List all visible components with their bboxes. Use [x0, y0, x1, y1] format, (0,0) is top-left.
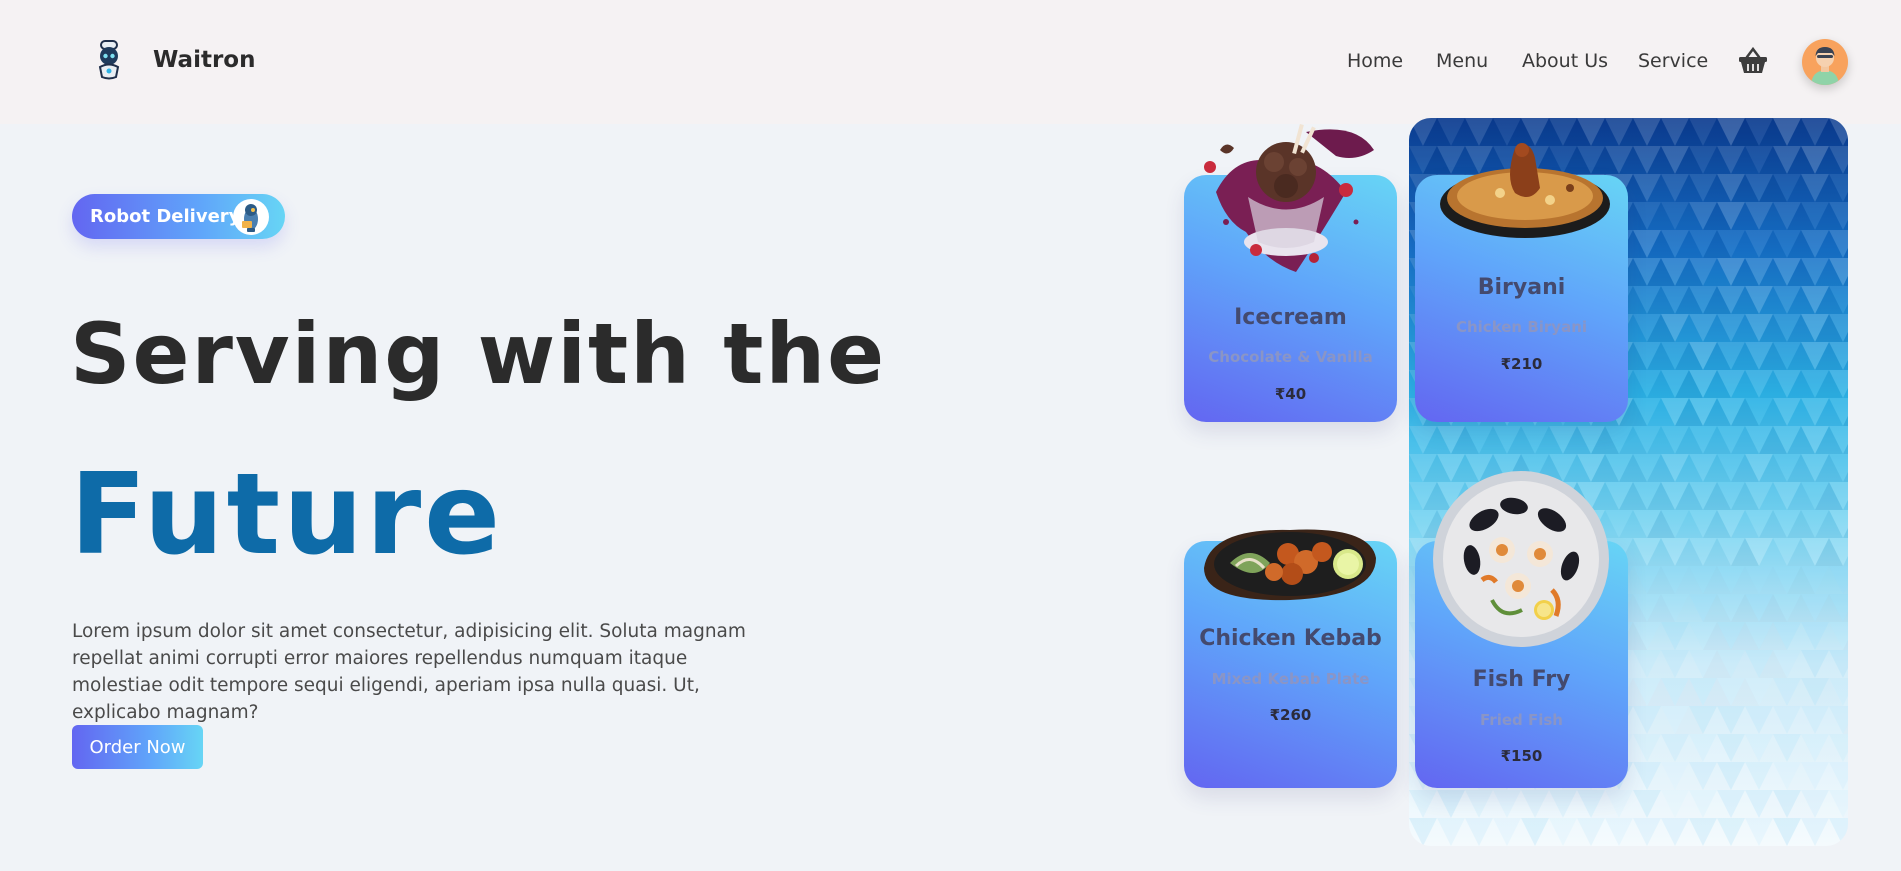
nav-service[interactable]: Service [1638, 50, 1708, 72]
badge-label: Robot Delivery [90, 206, 241, 227]
user-avatar[interactable] [1802, 39, 1848, 85]
delivery-robot-icon [233, 199, 269, 235]
card-price: ₹150 [1500, 747, 1543, 765]
chicken-kebab-image [1204, 529, 1376, 601]
card-price: ₹40 [1274, 385, 1307, 403]
fish-fry-image [1433, 471, 1609, 647]
robot-delivery-badge[interactable]: Robot Delivery [72, 194, 285, 239]
nav-about-us[interactable]: About Us [1522, 50, 1608, 72]
card-name: Icecream [1234, 305, 1347, 330]
hero-description: Lorem ipsum dolor sit amet consectetur, … [72, 621, 746, 723]
robot-logo-icon[interactable] [92, 40, 126, 80]
card-subtitle: Chicken Biryani [1455, 318, 1588, 336]
card-name: Fish Fry [1472, 667, 1571, 692]
card-name: Chicken Kebab [1199, 626, 1382, 651]
card-price: ₹260 [1269, 706, 1312, 724]
user-avatar-icon [1811, 47, 1839, 85]
card-subtitle: Mixed Kebab Plate [1211, 670, 1370, 688]
card-name: Biryani [1477, 275, 1566, 300]
nav-menu[interactable]: Menu [1436, 50, 1488, 72]
order-now-button[interactable]: Order Now [72, 725, 203, 769]
card-subtitle: Fried Fish [1480, 711, 1563, 729]
header: Waitron Home Menu About Us Service [0, 0, 1901, 124]
card-subtitle: Chocolate & Vanilla [1208, 348, 1373, 366]
brand-name[interactable]: Waitron [153, 47, 255, 73]
nav-home[interactable]: Home [1347, 50, 1403, 72]
hero-title-line2: Future [70, 450, 504, 580]
card-price: ₹210 [1500, 355, 1543, 373]
icecream-image [1204, 123, 1374, 272]
biryani-image [1440, 143, 1610, 238]
basket-icon[interactable] [1738, 47, 1768, 75]
hero-title-line1: Serving with the [70, 305, 887, 403]
